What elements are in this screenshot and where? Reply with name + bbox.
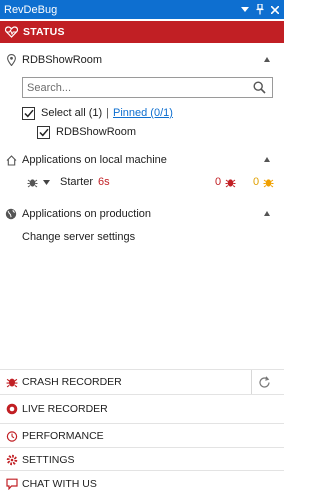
- nav-settings[interactable]: SETTINGS: [0, 448, 284, 472]
- repo-name: RDBShowRoom: [22, 54, 103, 66]
- home-icon: [5, 154, 17, 166]
- pin-icon[interactable]: [254, 3, 266, 17]
- app-name: Starter: [60, 176, 94, 188]
- chat-icon: [5, 478, 18, 491]
- select-all-row: Select all (1) | Pinned (0/1): [22, 105, 173, 121]
- production-apps-header[interactable]: Applications on production: [0, 206, 284, 222]
- close-icon[interactable]: [269, 3, 281, 17]
- error-bug-icon: [225, 177, 236, 188]
- separator: |: [106, 107, 109, 119]
- local-apps-heading: Applications on local machine: [22, 154, 167, 166]
- dropdown-icon[interactable]: [239, 3, 251, 17]
- nav-label: LIVE RECORDER: [22, 403, 108, 415]
- warnings-count: 0: [253, 176, 260, 188]
- warning-bug-icon: [263, 177, 274, 188]
- collapse-icon[interactable]: [264, 157, 270, 162]
- bug-icon: [27, 177, 38, 188]
- nav-label: PERFORMANCE: [22, 430, 104, 442]
- search-icon[interactable]: [253, 80, 267, 95]
- refresh-icon[interactable]: [258, 376, 271, 389]
- local-apps-header[interactable]: Applications on local machine: [0, 152, 284, 168]
- select-all-checkbox[interactable]: [22, 106, 35, 120]
- heartbeat-icon: [5, 26, 18, 38]
- collapse-icon[interactable]: [264, 211, 270, 216]
- repo-item-checkbox[interactable]: [37, 125, 50, 139]
- change-server-settings-link[interactable]: Change server settings: [22, 231, 135, 243]
- repo-section-header[interactable]: RDBShowRoom: [0, 52, 284, 68]
- nav-label: CRASH RECORDER: [22, 376, 122, 388]
- location-pin-icon: [5, 54, 17, 66]
- nav-chat[interactable]: CHAT WITH US: [0, 472, 284, 494]
- divider: [0, 470, 284, 471]
- window-title: RevDeBug: [4, 3, 58, 16]
- record-icon: [5, 403, 18, 416]
- nav-performance[interactable]: PERFORMANCE: [0, 424, 284, 448]
- nav-label: SETTINGS: [22, 454, 75, 466]
- search-box[interactable]: [22, 77, 273, 98]
- status-label: STATUS: [23, 26, 65, 38]
- nav-crash-recorder[interactable]: CRASH RECORDER: [0, 370, 251, 394]
- expand-caret-icon[interactable]: [43, 179, 50, 185]
- gear-icon: [5, 454, 18, 467]
- stopwatch-icon: [5, 430, 18, 443]
- bugs-count: 0: [215, 176, 222, 188]
- production-heading: Applications on production: [22, 208, 152, 220]
- divider: [251, 370, 252, 394]
- nav-label: CHAT WITH US: [22, 478, 97, 490]
- app-time: 6s: [98, 176, 110, 188]
- search-input[interactable]: [27, 81, 253, 94]
- globe-icon: [5, 208, 17, 220]
- nav-live-recorder[interactable]: LIVE RECORDER: [0, 397, 284, 421]
- select-all-label[interactable]: Select all (1): [41, 107, 102, 119]
- collapse-icon[interactable]: [264, 57, 270, 62]
- repo-item-label[interactable]: RDBShowRoom: [56, 126, 136, 138]
- crash-bug-icon: [5, 376, 18, 389]
- window-titlebar: RevDeBug: [0, 0, 284, 19]
- change-settings-row: Change server settings: [22, 229, 135, 245]
- repo-item-row: RDBShowRoom: [37, 124, 136, 140]
- pinned-link[interactable]: Pinned (0/1): [113, 107, 173, 119]
- status-header[interactable]: STATUS: [0, 21, 284, 43]
- divider: [0, 394, 284, 395]
- app-row[interactable]: Starter 6s 0 0: [27, 174, 274, 190]
